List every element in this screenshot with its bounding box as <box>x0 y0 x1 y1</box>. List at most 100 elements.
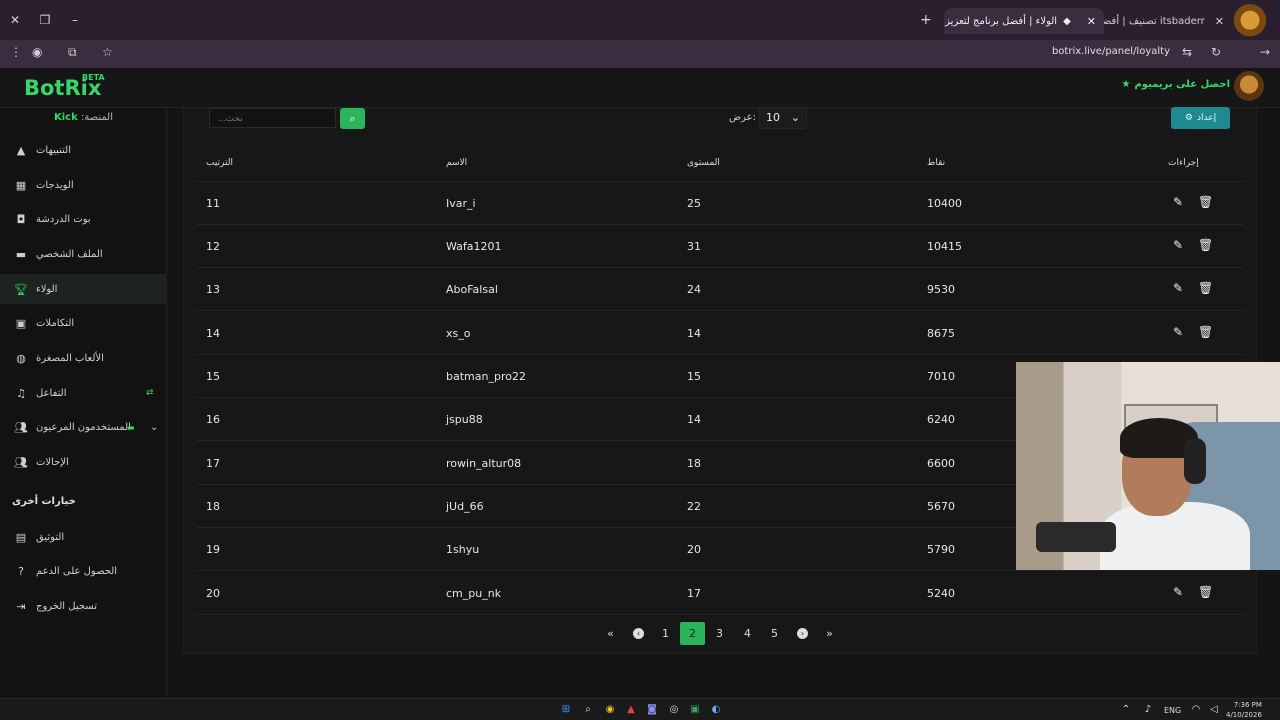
sidebar-item-profile[interactable]: ▬ الملف الشخصي <box>0 239 167 269</box>
url-text[interactable]: botrix.live/panel/loyalty <box>1052 46 1170 57</box>
extension-icon[interactable]: ◉ <box>32 45 42 59</box>
page-1-button[interactable]: 1 <box>653 622 678 645</box>
steam-icon[interactable]: ◐ <box>710 703 722 715</box>
sidebar-item-minigames[interactable]: ◍ الألعاب المصغرة <box>0 343 167 373</box>
sidebar-item-sponsored-users[interactable]: 👥︎ المستخدمون المرعيون ▬ ⌄ <box>0 412 167 442</box>
windows-start-icon[interactable]: ⊞ <box>560 703 572 715</box>
sidebar-item-referrals[interactable]: 👥︎ الإحالات <box>0 447 167 477</box>
points-cell: 8675 <box>927 327 955 340</box>
language-indicator[interactable]: ENG <box>1164 706 1181 715</box>
trash-icon[interactable]: 🗑︎ <box>1198 325 1213 339</box>
chrome-icon[interactable]: ◉ <box>604 703 616 715</box>
points-cell: 6240 <box>927 413 955 426</box>
share-icon[interactable]: ⧉ <box>68 45 77 60</box>
menu-dots-icon[interactable]: ⋮ <box>10 45 22 59</box>
get-premium-link[interactable]: احصل على بريميوم ★ <box>1122 79 1231 90</box>
bot-icon: ◘ <box>16 212 26 226</box>
trash-icon[interactable]: 🗑︎ <box>1198 195 1213 209</box>
show-entries-select[interactable]: 10 ⌄ <box>759 107 807 129</box>
close-tab-icon[interactable]: ✕ <box>1215 15 1224 28</box>
webcam-microphone <box>1036 522 1116 552</box>
sidebar-item-loyalty[interactable]: 🏆︎ الولاء <box>0 274 167 304</box>
sidebar-item-logout[interactable]: ⇥ تسجيل الخروج <box>0 591 167 621</box>
name-cell: AboFalsal <box>446 283 498 296</box>
level-cell: 31 <box>687 240 701 253</box>
chevron-down-icon[interactable]: ⌄ <box>150 422 158 433</box>
user-avatar[interactable] <box>1234 71 1264 101</box>
tab-title: الولاء | أفضل برنامج لتعزيز البث <box>944 15 1058 27</box>
last-page-button[interactable]: » <box>817 622 842 645</box>
table-row: 20 cm_pu_nk 17 5240 ✎ 🗑︎ <box>196 572 1244 615</box>
reload-icon[interactable]: ↻ <box>1211 45 1221 59</box>
edit-icon[interactable]: ✎ <box>1173 238 1183 252</box>
new-tab-button[interactable]: + <box>920 12 932 28</box>
discord-icon[interactable]: ◙ <box>646 703 658 715</box>
search-button[interactable]: ⌕ <box>340 108 365 129</box>
sidebar-item-widgets[interactable]: ▦ الويدجات <box>0 170 167 200</box>
tray-chevron-up-icon[interactable]: ⌃ <box>1120 703 1132 715</box>
prev-page-button[interactable]: ‹ <box>626 622 651 645</box>
edit-icon[interactable]: ✎ <box>1173 325 1183 339</box>
users-icon: 👥︎ <box>14 420 28 434</box>
column-header-level[interactable]: المستوى <box>687 158 720 168</box>
edit-icon[interactable]: ✎ <box>1173 281 1183 295</box>
close-window-icon[interactable]: ✕ <box>0 13 30 27</box>
sidebar-item-interaction[interactable]: ♫ التفاعل ⇄ <box>0 378 167 408</box>
page-2-button[interactable]: 2 <box>680 622 705 645</box>
edit-icon[interactable]: ✎ <box>1173 195 1183 209</box>
name-cell: cm_pu_nk <box>446 587 502 600</box>
column-header-name[interactable]: الاسم <box>446 158 467 168</box>
points-cell: 6600 <box>927 457 955 470</box>
search-input[interactable] <box>209 108 336 128</box>
name-cell: batman_pro22 <box>446 370 526 383</box>
volume-icon[interactable]: ◁ <box>1208 703 1220 715</box>
show-entries-label: عرض: <box>729 112 756 123</box>
site-settings-icon[interactable]: ⇆ <box>1182 45 1192 59</box>
column-header-points[interactable]: نقاط <box>927 158 945 168</box>
sidebar-item-support[interactable]: ? الحصول على الدعم <box>0 556 167 586</box>
name-cell: Wafa1201 <box>446 240 502 253</box>
excel-icon[interactable]: ▣ <box>689 703 701 715</box>
profile-icon: ▬ <box>15 247 27 261</box>
tab-title: itsbaderr تصنيف | أفضل برنامج <box>1104 15 1205 27</box>
microphone-icon[interactable]: ♪ <box>1142 703 1154 715</box>
settings-button[interactable]: ⚙ إعداد <box>1171 107 1230 129</box>
maximize-window-icon[interactable]: ❐ <box>30 13 60 27</box>
app-a-icon[interactable]: ▲ <box>625 703 637 715</box>
logout-icon: ⇥ <box>16 599 26 613</box>
system-clock[interactable]: 7:36 PM 4/10/2026 <box>1226 700 1262 720</box>
referrals-icon: 👥︎ <box>14 455 28 469</box>
trash-icon[interactable]: 🗑︎ <box>1198 585 1213 599</box>
trash-icon[interactable]: 🗑︎ <box>1198 281 1213 295</box>
page-4-button[interactable]: 4 <box>735 622 760 645</box>
trash-icon[interactable]: 🗑︎ <box>1198 238 1213 252</box>
next-page-button[interactable]: › <box>790 622 815 645</box>
first-page-button[interactable]: « <box>598 622 623 645</box>
wifi-icon[interactable]: ◠ <box>1190 703 1202 715</box>
table-row: 13 AboFalsal 24 9530 ✎ 🗑︎ <box>196 268 1244 311</box>
edit-icon[interactable]: ✎ <box>1173 585 1183 599</box>
sidebar-item-alerts[interactable]: ▲ التنبيهات <box>0 135 167 165</box>
clock-time: 7:36 PM <box>1233 701 1262 709</box>
level-cell: 17 <box>687 587 701 600</box>
chevron-right-icon: › <box>797 628 808 639</box>
bookmark-star-icon[interactable]: ☆ <box>102 45 113 59</box>
sidebar-item-chatbot[interactable]: ◘ بوت الدردشة <box>0 204 167 234</box>
tab-itsbaderr[interactable]: ✕ itsbaderr تصنيف | أفضل برنامج <box>1104 8 1232 34</box>
page-5-button[interactable]: 5 <box>762 622 787 645</box>
level-cell: 14 <box>687 327 701 340</box>
sidebar-item-integrations[interactable]: ▣ التكاملات <box>0 308 167 338</box>
page-3-button[interactable]: 3 <box>707 622 732 645</box>
clock-date: 4/10/2026 <box>1226 711 1262 719</box>
sidebar-item-docs[interactable]: ▤ التوثيق <box>0 522 167 552</box>
browser-profile-avatar[interactable] <box>1232 4 1268 40</box>
new-badge-icon: ⇄ <box>146 388 154 398</box>
tab-loyalty[interactable]: ✕ ◆ الولاء | أفضل برنامج لتعزيز البث <box>944 8 1104 34</box>
sidebar-item-label: الملف الشخصي <box>36 248 103 260</box>
search-icon[interactable]: ⌕ <box>582 703 594 715</box>
column-header-rank[interactable]: الترتيب <box>206 158 233 168</box>
forward-icon[interactable]: → <box>1260 45 1270 59</box>
close-tab-icon[interactable]: ✕ <box>1087 15 1096 28</box>
obs-icon[interactable]: ◎ <box>668 703 680 715</box>
minimize-window-icon[interactable]: – <box>60 13 90 27</box>
